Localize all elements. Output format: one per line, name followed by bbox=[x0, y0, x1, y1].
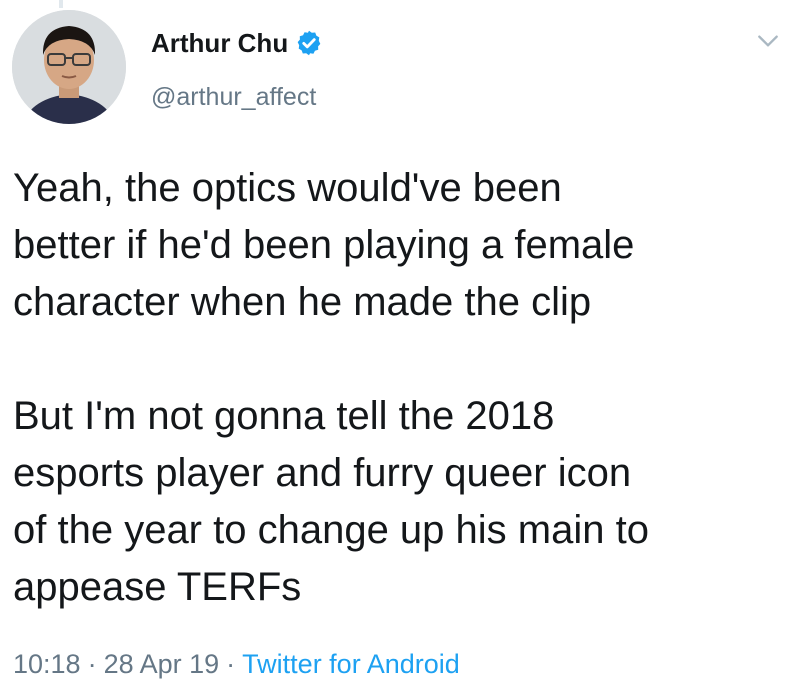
thread-connector-line bbox=[59, 0, 63, 8]
tweet-line: appease TERFs bbox=[13, 565, 302, 609]
tweet-line: better if he'd been playing a female bbox=[13, 223, 635, 267]
tweet-line: of the year to change up his main to bbox=[13, 508, 649, 552]
tweet-time[interactable]: 10:18 bbox=[13, 649, 81, 679]
tweet-line: But I'm not gonna tell the 2018 bbox=[13, 394, 555, 438]
tweet-metadata: 10:18 · 28 Apr 19 · Twitter for Android bbox=[13, 647, 460, 681]
tweet-source-link[interactable]: Twitter for Android bbox=[242, 649, 460, 679]
tweet-date[interactable]: 28 Apr 19 bbox=[104, 649, 220, 679]
meta-separator: · bbox=[87, 649, 97, 679]
meta-separator: · bbox=[226, 649, 236, 679]
chevron-down-icon[interactable] bbox=[755, 28, 781, 54]
verified-badge-icon bbox=[297, 30, 321, 56]
tweet-line: character when he made the clip bbox=[13, 280, 592, 324]
avatar[interactable] bbox=[12, 10, 126, 124]
avatar-image bbox=[12, 10, 126, 124]
tweet-line: Yeah, the optics would've been bbox=[13, 166, 562, 210]
author-display-name[interactable]: Arthur Chu bbox=[151, 28, 288, 58]
tweet-body: Yeah, the optics would've been better if… bbox=[13, 160, 778, 616]
tweet-line: esports player and furry queer icon bbox=[13, 451, 632, 495]
author-name-row[interactable]: Arthur Chu bbox=[151, 28, 323, 58]
tweet-card: Arthur Chu @arthur_affect Yeah, the opti… bbox=[0, 0, 785, 698]
author-handle[interactable]: @arthur_affect bbox=[151, 82, 316, 112]
